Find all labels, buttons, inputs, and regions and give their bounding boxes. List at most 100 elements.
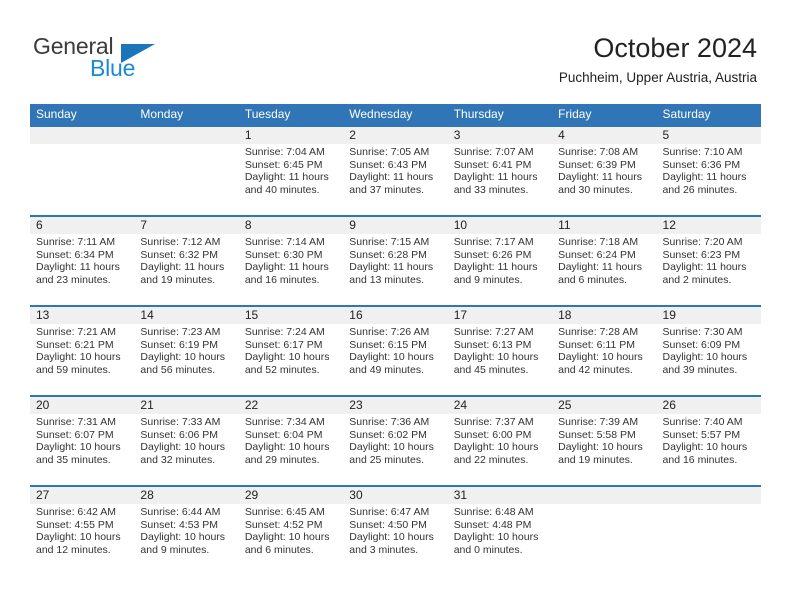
day-cell[interactable]: Sunrise: 7:15 AM Sunset: 6:28 PM Dayligh… [343,234,447,305]
day-cell[interactable]: Sunrise: 7:30 AM Sunset: 6:09 PM Dayligh… [657,324,761,395]
day-cell[interactable]: Sunrise: 7:21 AM Sunset: 6:21 PM Dayligh… [30,324,134,395]
day-number[interactable]: 7 [134,217,238,234]
day-number[interactable]: 4 [552,127,656,144]
day-cell[interactable]: Sunrise: 7:08 AM Sunset: 6:39 PM Dayligh… [552,144,656,215]
sunset-text: Sunset: 6:19 PM [140,338,219,351]
sunset-text: Sunset: 6:06 PM [140,428,219,441]
calendar-week-row: 27 28 29 30 31 Sunrise: 6:42 AM Sunset: … [30,485,761,575]
day-cell[interactable]: Sunrise: 7:23 AM Sunset: 6:19 PM Dayligh… [134,324,238,395]
sunrise-text: Sunrise: 7:05 AM [349,146,430,158]
day-cell[interactable]: Sunrise: 7:26 AM Sunset: 6:15 PM Dayligh… [343,324,447,395]
day-number[interactable]: 14 [134,307,238,324]
daylight-text: Daylight: 11 hours and 2 minutes. [662,261,747,286]
day-number[interactable]: 19 [657,307,761,324]
day-number[interactable]: 9 [343,217,447,234]
day-number[interactable]: 8 [239,217,343,234]
day-number[interactable]: 28 [134,487,238,504]
sunrise-text: Sunrise: 6:47 AM [349,506,430,518]
sunset-text: Sunset: 6:43 PM [349,158,427,171]
day-number[interactable]: 27 [30,487,134,504]
day-cell[interactable]: Sunrise: 6:44 AM Sunset: 4:53 PM Dayligh… [134,504,238,575]
day-cell[interactable]: Sunrise: 7:10 AM Sunset: 6:36 PM Dayligh… [657,144,761,215]
day-number[interactable]: 13 [30,307,134,324]
day-cell[interactable]: Sunrise: 7:07 AM Sunset: 6:41 PM Dayligh… [448,144,552,215]
day-number[interactable]: 2 [343,127,447,144]
day-cell[interactable]: Sunrise: 7:27 AM Sunset: 6:13 PM Dayligh… [448,324,552,395]
sunset-text: Sunset: 6:30 PM [244,248,323,261]
sunset-text: Sunset: 6:28 PM [349,248,427,261]
day-cell[interactable]: Sunrise: 7:17 AM Sunset: 6:26 PM Dayligh… [448,234,552,305]
day-cell[interactable]: Sunrise: 7:36 AM Sunset: 6:02 PM Dayligh… [343,414,447,485]
day-cell[interactable]: Sunrise: 7:31 AM Sunset: 6:07 PM Dayligh… [30,414,134,485]
sunset-text: Sunset: 6:21 PM [36,338,114,351]
weekday-header-friday: Friday [558,107,592,121]
day-cell[interactable]: Sunrise: 7:12 AM Sunset: 6:32 PM Dayligh… [134,234,238,305]
daylight-text: Daylight: 10 hours and 22 minutes. [453,441,539,466]
daylight-text: Daylight: 10 hours and 42 minutes. [558,351,643,376]
day-number[interactable]: 1 [239,127,343,144]
day-cell[interactable]: Sunrise: 7:18 AM Sunset: 6:24 PM Dayligh… [552,234,656,305]
week-detail-band: Sunrise: 7:31 AM Sunset: 6:07 PM Dayligh… [30,414,761,485]
day-number[interactable]: 18 [552,307,656,324]
day-cell[interactable]: Sunrise: 6:48 AM Sunset: 4:48 PM Dayligh… [448,504,552,575]
day-cell[interactable]: Sunrise: 7:34 AM Sunset: 6:04 PM Dayligh… [239,414,343,485]
sunrise-text: Sunrise: 7:28 AM [558,326,639,338]
day-cell[interactable]: Sunrise: 7:39 AM Sunset: 5:58 PM Dayligh… [552,414,656,485]
day-cell[interactable]: Sunrise: 7:24 AM Sunset: 6:17 PM Dayligh… [239,324,343,395]
page-header: General Blue October 2024 Puchheim, Uppe… [0,0,792,100]
day-number[interactable]: 23 [343,397,447,414]
sunset-text: Sunset: 6:23 PM [662,248,741,261]
day-cell[interactable]: Sunrise: 7:40 AM Sunset: 5:57 PM Dayligh… [657,414,761,485]
day-number[interactable]: 10 [448,217,552,234]
daylight-text: Daylight: 11 hours and 26 minutes. [662,171,747,196]
sunrise-text: Sunrise: 7:17 AM [453,236,534,248]
sunrise-text: Sunrise: 7:12 AM [140,236,221,248]
day-cell[interactable]: Sunrise: 6:47 AM Sunset: 4:50 PM Dayligh… [343,504,447,575]
day-cell[interactable]: Sunrise: 7:20 AM Sunset: 6:23 PM Dayligh… [657,234,761,305]
week-day-number-band: 13 14 15 16 17 18 19 [30,307,761,324]
sunset-text: Sunset: 6:13 PM [453,338,532,351]
day-number[interactable]: 17 [448,307,552,324]
day-number[interactable]: 11 [552,217,656,234]
sunset-text: Sunset: 6:36 PM [662,158,741,171]
day-cell[interactable]: Sunrise: 7:28 AM Sunset: 6:11 PM Dayligh… [552,324,656,395]
calendar-week-row: 6 7 8 9 10 11 12 Sunrise: 7:11 AM Sunset… [30,215,761,305]
day-cell[interactable]: Sunrise: 7:04 AM Sunset: 6:45 PM Dayligh… [239,144,343,215]
sunrise-text: Sunrise: 7:37 AM [453,416,534,428]
sunset-text: Sunset: 6:15 PM [349,338,427,351]
day-number[interactable]: 29 [239,487,343,504]
sunset-text: Sunset: 6:11 PM [558,338,635,351]
day-number[interactable]: 16 [343,307,447,324]
sunset-text: Sunset: 6:45 PM [244,158,323,171]
day-number[interactable]: 6 [30,217,134,234]
sunrise-text: Sunrise: 7:33 AM [140,416,221,428]
week-detail-band: Sunrise: 7:21 AM Sunset: 6:21 PM Dayligh… [30,324,761,395]
day-cell[interactable]: Sunrise: 6:45 AM Sunset: 4:52 PM Dayligh… [239,504,343,575]
day-cell[interactable]: Sunrise: 7:33 AM Sunset: 6:06 PM Dayligh… [134,414,238,485]
day-number[interactable]: 30 [343,487,447,504]
sunrise-text: Sunrise: 7:14 AM [244,236,325,248]
day-number[interactable]: 24 [448,397,552,414]
sunset-text: Sunset: 4:48 PM [453,518,532,531]
day-cell[interactable]: Sunrise: 6:42 AM Sunset: 4:55 PM Dayligh… [30,504,134,575]
day-number[interactable]: 15 [239,307,343,324]
day-cell[interactable]: Sunrise: 7:05 AM Sunset: 6:43 PM Dayligh… [343,144,447,215]
day-number[interactable]: 26 [657,397,761,414]
day-number[interactable]: 5 [657,127,761,144]
sunset-text: Sunset: 6:39 PM [558,158,636,171]
day-cell[interactable]: Sunrise: 7:11 AM Sunset: 6:34 PM Dayligh… [30,234,134,305]
day-cell[interactable]: Sunrise: 7:37 AM Sunset: 6:00 PM Dayligh… [448,414,552,485]
sunset-text: Sunset: 6:07 PM [36,428,114,441]
general-blue-logo[interactable]: General Blue [33,33,213,85]
day-number[interactable]: 25 [552,397,656,414]
day-number[interactable]: 20 [30,397,134,414]
day-number[interactable]: 12 [657,217,761,234]
day-cell[interactable]: Sunrise: 7:14 AM Sunset: 6:30 PM Dayligh… [239,234,343,305]
day-number[interactable]: 21 [134,397,238,414]
day-number[interactable]: 22 [239,397,343,414]
day-number[interactable]: 3 [448,127,552,144]
daylight-text: Daylight: 10 hours and 29 minutes. [244,441,330,466]
week-detail-band: Sunrise: 6:42 AM Sunset: 4:55 PM Dayligh… [30,504,761,575]
day-number[interactable]: 31 [448,487,552,504]
daylight-text: Daylight: 11 hours and 30 minutes. [558,171,642,196]
